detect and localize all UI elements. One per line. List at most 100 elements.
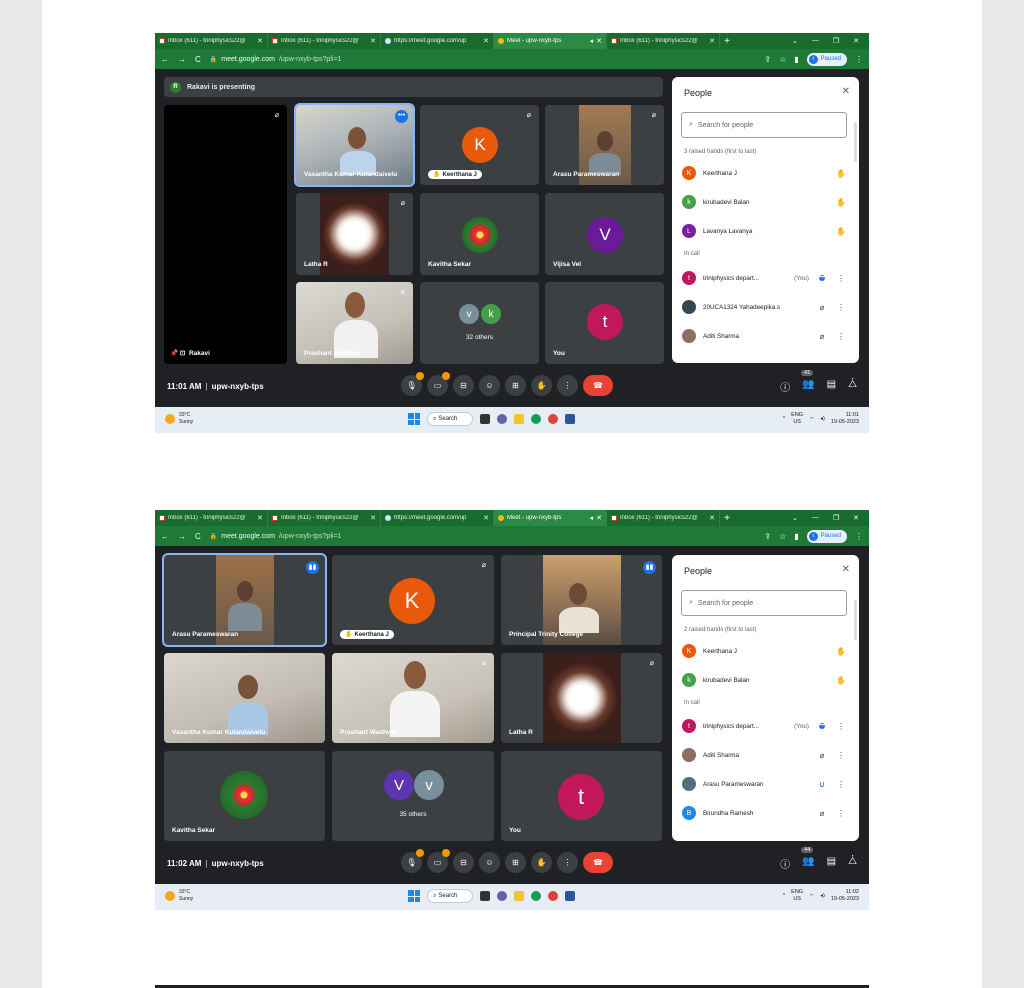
volume-icon[interactable]: ◂) xyxy=(820,416,825,422)
weather-widget[interactable]: 33°C Sunny xyxy=(165,412,193,426)
minimize-button[interactable]: — xyxy=(812,37,819,45)
camera-button[interactable]: ▭ xyxy=(427,849,450,873)
browser-tab[interactable]: Inbox (611) - triniphysics22@ ✕ xyxy=(268,510,381,526)
windows-start-icon[interactable] xyxy=(408,890,420,902)
close-icon[interactable]: ✕ xyxy=(709,514,715,522)
tab-search-icon[interactable]: ⌄ xyxy=(792,37,798,45)
word-icon[interactable] xyxy=(565,414,575,424)
file-explorer-icon[interactable] xyxy=(514,891,524,901)
list-item[interactable]: K Keerthana J ✋ xyxy=(682,165,847,181)
edge-icon[interactable] xyxy=(531,414,541,424)
close-icon[interactable]: ✕ xyxy=(842,86,850,97)
close-icon[interactable]: ✕ xyxy=(709,37,715,45)
mic-button[interactable]: 🎙 xyxy=(401,372,424,396)
people-icon[interactable]: 👥 41 xyxy=(801,370,815,394)
participant-tile[interactable]: ⌀ Prashant Wadhwa xyxy=(296,282,413,364)
share-icon[interactable]: ⇪ xyxy=(764,532,771,541)
more-options-button[interactable]: ⋮ xyxy=(557,375,578,396)
list-item[interactable]: k kirubadevi Balan ✋ xyxy=(682,194,847,210)
chrome-icon[interactable] xyxy=(548,891,558,901)
file-explorer-icon[interactable] xyxy=(514,414,524,424)
leave-call-button[interactable]: ☎ xyxy=(583,852,613,873)
forward-icon[interactable]: → xyxy=(178,532,186,541)
list-item[interactable]: Aditi Sharma ⌀ ⋮ xyxy=(682,328,847,344)
browser-tab[interactable]: Inbox (611) - triniphysics22@ ✕ xyxy=(607,510,720,526)
back-icon[interactable]: ← xyxy=(161,532,169,541)
search-input[interactable]: ⌕ Search for people xyxy=(681,590,847,616)
more-vert-icon[interactable]: ⋮ xyxy=(835,332,847,341)
restore-button[interactable]: ❐ xyxy=(833,514,839,522)
participant-tile[interactable]: ▮▮ Principal Trinity College xyxy=(501,555,662,645)
clock[interactable]: 11:01 19-05-2023 xyxy=(831,412,859,426)
task-view-icon[interactable] xyxy=(480,414,490,424)
edge-icon[interactable] xyxy=(531,891,541,901)
new-tab-button[interactable]: + xyxy=(720,513,734,524)
browser-tab[interactable]: https://meet.google.com/up ✕ xyxy=(381,33,494,49)
participant-tile[interactable]: V v 35 others xyxy=(332,751,494,841)
list-item[interactable]: k kirubadevi Balan ✋ xyxy=(682,672,847,688)
browser-tab[interactable]: Inbox (611) - triniphysics22@ ✕ xyxy=(155,33,268,49)
url-field[interactable]: 🔒 meet.google.com/upw-nxyb-tps?pli=1 xyxy=(210,533,756,540)
list-item[interactable]: Aditi Sharma ⌀ ⋮ xyxy=(682,747,847,763)
share-icon[interactable]: ⇪ xyxy=(764,55,771,64)
list-item[interactable]: B Birundha Ramesh ⌀ ⋮ xyxy=(682,805,847,821)
present-button[interactable]: ⊞ xyxy=(505,852,526,873)
participant-tile[interactable]: ⌀ Latha R xyxy=(501,653,662,743)
participant-tile[interactable]: ⌀ Latha R xyxy=(296,193,413,275)
reactions-button[interactable]: ☺ xyxy=(479,375,500,396)
forward-icon[interactable]: → xyxy=(178,55,186,64)
volume-icon[interactable]: ◂) xyxy=(820,893,825,899)
browser-tab-active[interactable]: Meet - upw-nxyb-tps ◂ ✕ xyxy=(494,510,607,526)
close-window-button[interactable]: ✕ xyxy=(853,514,859,522)
more-vert-icon[interactable]: ⋮ xyxy=(835,303,847,312)
weather-widget[interactable]: 33°C Sunny xyxy=(165,889,193,903)
chevron-up-icon[interactable]: ^ xyxy=(783,893,786,899)
browser-tab[interactable]: Inbox (611) - triniphysics22@ ✕ xyxy=(268,33,381,49)
raise-hand-button[interactable]: ✋ xyxy=(531,375,552,396)
menu-icon[interactable]: ⋮ xyxy=(855,55,863,64)
profile-button[interactable]: t Paused xyxy=(806,52,847,66)
close-window-button[interactable]: ✕ xyxy=(853,37,859,45)
close-icon[interactable]: ✕ xyxy=(596,514,602,522)
sidebar-icon[interactable]: ▮ xyxy=(794,55,798,64)
clock[interactable]: 11:02 19-05-2023 xyxy=(831,889,859,903)
participant-tile[interactable]: ⌀ Arasu Parameswaran xyxy=(545,105,664,185)
pin-icon[interactable]: 📌 xyxy=(170,350,178,357)
chat-icon[interactable]: ▤ xyxy=(827,379,836,394)
more-vert-icon[interactable]: ⋮ xyxy=(835,809,847,818)
more-options-button[interactable]: ••• xyxy=(395,110,408,123)
participant-tile[interactable]: t You xyxy=(501,751,662,841)
activities-icon[interactable]: ⧊ xyxy=(848,856,857,871)
present-button[interactable]: ⊞ xyxy=(505,375,526,396)
minimize-button[interactable]: — xyxy=(812,514,819,522)
leave-call-button[interactable]: ☎ xyxy=(583,375,613,396)
participant-tile[interactable]: ⌀ Prashant Wadhwa xyxy=(332,653,494,743)
more-vert-icon[interactable]: ⋮ xyxy=(835,722,847,731)
list-item[interactable]: 20UCA1324 Yahadeepika.s ⌀ ⋮ xyxy=(682,299,847,315)
windows-start-icon[interactable] xyxy=(408,413,420,425)
wifi-icon[interactable]: ⌔ xyxy=(809,893,814,900)
participant-tile[interactable]: K ⌀ ✋ Keerthana J xyxy=(332,555,494,645)
mic-button[interactable]: 🎙 xyxy=(401,849,424,873)
participant-tile[interactable]: ▮▮ Arasu Parameswaran xyxy=(162,553,327,647)
browser-tab[interactable]: Inbox (611) - triniphysics22@ ✕ xyxy=(607,33,720,49)
people-icon[interactable]: 👥 44 xyxy=(801,847,815,871)
reactions-button[interactable]: ☺ xyxy=(479,852,500,873)
back-icon[interactable]: ← xyxy=(161,55,169,64)
chat-icon[interactable]: ▤ xyxy=(827,856,836,871)
scrollbar[interactable] xyxy=(854,600,857,640)
participant-tile[interactable]: ••• Vasantha Kumar Kulandaivelu xyxy=(294,103,415,187)
new-tab-button[interactable]: + xyxy=(720,36,734,47)
participant-tile[interactable]: K ⌀ ✋ Keerthana J xyxy=(420,105,539,185)
profile-button[interactable]: t Paused xyxy=(806,529,847,543)
language-indicator[interactable]: ENG US xyxy=(791,889,803,903)
participant-tile[interactable]: ⌀ 📌 ⊡ Rakavi xyxy=(164,105,287,364)
info-icon[interactable]: ⓘ xyxy=(780,856,790,871)
list-item[interactable]: L Lavanya Lavanya ✋ xyxy=(682,223,847,239)
camera-button[interactable]: ▭ xyxy=(427,372,450,396)
chat-app-icon[interactable] xyxy=(497,891,507,901)
more-horiz-icon[interactable]: ••• xyxy=(818,275,826,281)
close-icon[interactable]: ✕ xyxy=(370,37,376,45)
language-indicator[interactable]: ENG US xyxy=(791,412,803,426)
chat-app-icon[interactable] xyxy=(497,414,507,424)
